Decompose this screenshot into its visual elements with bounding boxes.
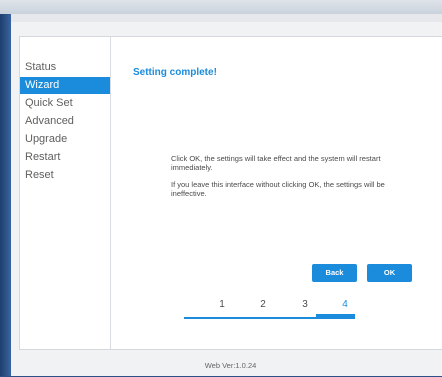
header-band (11, 14, 442, 22)
window-frame-top (0, 0, 442, 14)
wizard-step-1: 1 (219, 299, 225, 310)
ok-button[interactable]: OK (367, 264, 412, 282)
wizard-progress-current (316, 314, 355, 319)
sidebar-item-restart[interactable]: Restart (20, 149, 110, 166)
sidebar-item-wizard[interactable]: Wizard (20, 77, 110, 94)
back-button[interactable]: Back (312, 264, 357, 282)
version-label: Web Ver:1.0.24 (204, 361, 257, 370)
main-panel: Status Wizard Quick Set Advanced Upgrade… (19, 36, 442, 350)
footer: Web Ver:1.0.24 (19, 349, 442, 377)
confirm-message: Click OK, the settings will take effect … (171, 154, 381, 172)
window-frame-left (0, 14, 11, 376)
wizard-step-4: 4 (342, 299, 348, 310)
page-title: Setting complete! (133, 67, 217, 78)
sidebar-item-status[interactable]: Status (20, 59, 110, 76)
page: Status Wizard Quick Set Advanced Upgrade… (11, 14, 442, 376)
sidebar-item-upgrade[interactable]: Upgrade (20, 131, 110, 148)
sidebar-item-quick-set[interactable]: Quick Set (20, 95, 110, 112)
sidebar-item-reset[interactable]: Reset (20, 167, 110, 184)
warning-message: If you leave this interface without clic… (171, 180, 385, 198)
wizard-step-3: 3 (302, 299, 308, 310)
wizard-content: Setting complete! Click OK, the settings… (111, 37, 442, 350)
wizard-step-2: 2 (260, 299, 266, 310)
sidebar: Status Wizard Quick Set Advanced Upgrade… (20, 37, 111, 350)
sidebar-item-advanced[interactable]: Advanced (20, 113, 110, 130)
